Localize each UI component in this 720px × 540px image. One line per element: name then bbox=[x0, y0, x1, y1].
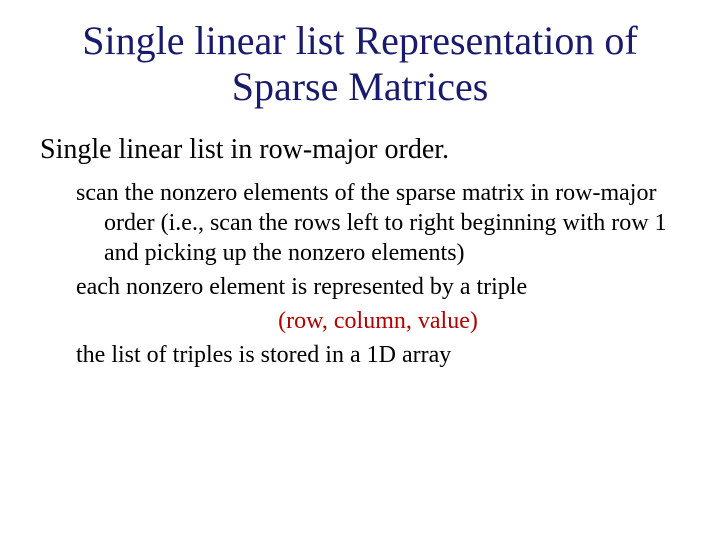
body-block: scan the nonzero elements of the sparse … bbox=[76, 178, 680, 370]
paragraph-scan: scan the nonzero elements of the sparse … bbox=[76, 178, 680, 268]
slide: Single linear list Representation of Spa… bbox=[0, 0, 720, 540]
slide-subtitle: Single linear list in row-major order. bbox=[40, 134, 680, 166]
slide-title: Single linear list Representation of Spa… bbox=[40, 18, 680, 110]
paragraph-storage: the list of triples is stored in a 1D ar… bbox=[76, 340, 680, 370]
triple-notation: (row, column, value) bbox=[76, 306, 680, 336]
paragraph-triple-intro: each nonzero element is represented by a… bbox=[76, 272, 680, 302]
